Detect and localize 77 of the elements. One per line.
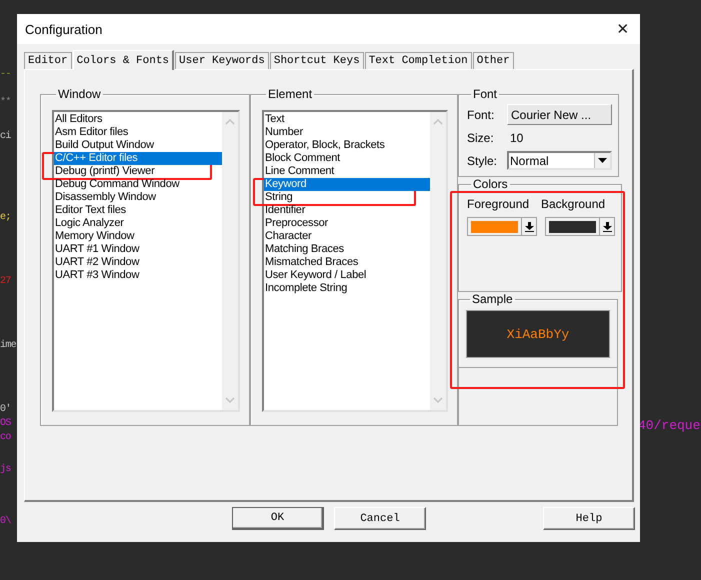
- code-text: 40/reque: [638, 419, 700, 433]
- code-text: e;: [0, 211, 11, 225]
- scroll-up-icon[interactable]: [225, 118, 235, 125]
- list-item[interactable]: C/C++ Editor files: [54, 152, 222, 165]
- list-item[interactable]: Text: [264, 113, 430, 126]
- code-text: --: [0, 68, 11, 82]
- list-item[interactable]: Disassembly Window: [54, 191, 222, 204]
- group-title: Font: [472, 87, 498, 101]
- list-item[interactable]: Identifier: [264, 204, 430, 217]
- close-button[interactable]: ✕: [606, 14, 640, 44]
- scroll-down-icon[interactable]: [225, 397, 235, 404]
- dialog-button[interactable]: OK: [232, 507, 324, 530]
- group-title: Element: [267, 87, 314, 101]
- code-text: **: [0, 96, 11, 110]
- color-picker[interactable]: [545, 217, 615, 236]
- list-item[interactable]: UART #3 Window: [54, 269, 222, 282]
- code-text: 0': [0, 403, 11, 417]
- list-item[interactable]: Line Comment: [264, 165, 430, 178]
- scroll-down-icon[interactable]: [433, 397, 443, 404]
- list-item[interactable]: Number: [264, 126, 430, 139]
- window-title: Configuration: [25, 22, 102, 36]
- size-label: Size:: [467, 130, 495, 144]
- list-item[interactable]: UART #2 Window: [54, 256, 222, 269]
- group-title: Window: [57, 87, 102, 101]
- color-label: Background: [541, 197, 606, 211]
- code-text: ime: [0, 339, 16, 353]
- list-item[interactable]: Debug Command Window: [54, 178, 222, 191]
- list-item[interactable]: Memory Window: [54, 230, 222, 243]
- list-item[interactable]: Matching Braces: [264, 243, 430, 256]
- list-item[interactable]: All Editors: [54, 113, 222, 126]
- tab[interactable]: Editor: [24, 52, 72, 69]
- size-value: 10: [510, 130, 524, 144]
- element-list[interactable]: Text Number Operator, Block, Brackets Block Comment Line Comment Keyword String Identifier Preprocessor Character Matching Braces Mismatched Braces User Keyword / Label Incomplete String: [262, 110, 448, 412]
- tab[interactable]: Other: [472, 52, 514, 69]
- tab[interactable]: User Keywords: [175, 52, 269, 69]
- dialog-button[interactable]: Help: [543, 507, 635, 530]
- font-button[interactable]: Courier New ...: [507, 104, 612, 125]
- scrollbar[interactable]: [222, 112, 238, 410]
- style-label: Style:: [467, 154, 498, 168]
- list-item[interactable]: Mismatched Braces: [264, 256, 430, 269]
- color-picker[interactable]: [467, 217, 537, 236]
- list-item[interactable]: Editor Text files: [54, 204, 222, 217]
- scroll-up-icon[interactable]: [433, 118, 443, 125]
- font-label: Font:: [467, 108, 496, 122]
- down-arrow-icon: [602, 222, 612, 232]
- list-item[interactable]: Operator, Block, Brackets: [264, 139, 430, 152]
- scrollbar[interactable]: [430, 112, 446, 410]
- code-text: 27: [0, 275, 11, 289]
- list-item[interactable]: Build Output Window: [54, 139, 222, 152]
- sample-text: XiAaBbYy: [466, 310, 610, 358]
- tab[interactable]: Colors & Fonts: [72, 50, 174, 70]
- style-dropdown[interactable]: Normal: [507, 151, 612, 170]
- list-item[interactable]: Logic Analyzer: [54, 217, 222, 230]
- code-text: co: [0, 431, 11, 445]
- list-item[interactable]: User Keyword / Label: [264, 269, 430, 282]
- group-title: Sample: [471, 292, 514, 306]
- window-list[interactable]: [52, 110, 240, 412]
- list-item[interactable]: Incomplete String: [264, 282, 430, 295]
- list-item[interactable]: Block Comment: [264, 152, 430, 165]
- list-item[interactable]: Debug (printf) Viewer: [54, 165, 222, 178]
- list-item[interactable]: Asm Editor files: [54, 126, 222, 139]
- list-item[interactable]: String: [264, 191, 430, 204]
- code-text: 0\: [0, 515, 11, 529]
- list-item[interactable]: Character: [264, 230, 430, 243]
- tab[interactable]: Shortcut Keys: [270, 52, 364, 69]
- list-item[interactable]: Preprocessor: [264, 217, 430, 230]
- list-item[interactable]: Keyword: [264, 178, 430, 191]
- down-arrow-icon: [524, 222, 534, 232]
- dialog-button[interactable]: Cancel: [334, 507, 426, 530]
- group-title: Colors: [472, 177, 509, 191]
- code-text: ci: [0, 130, 11, 144]
- dropdown-arrow-icon: [598, 158, 607, 163]
- color-label: Foreground: [467, 197, 530, 211]
- tab[interactable]: Text Completion: [364, 52, 472, 69]
- code-text: js: [0, 463, 11, 477]
- list-item[interactable]: UART #1 Window: [54, 243, 222, 256]
- code-text: OS: [0, 417, 11, 431]
